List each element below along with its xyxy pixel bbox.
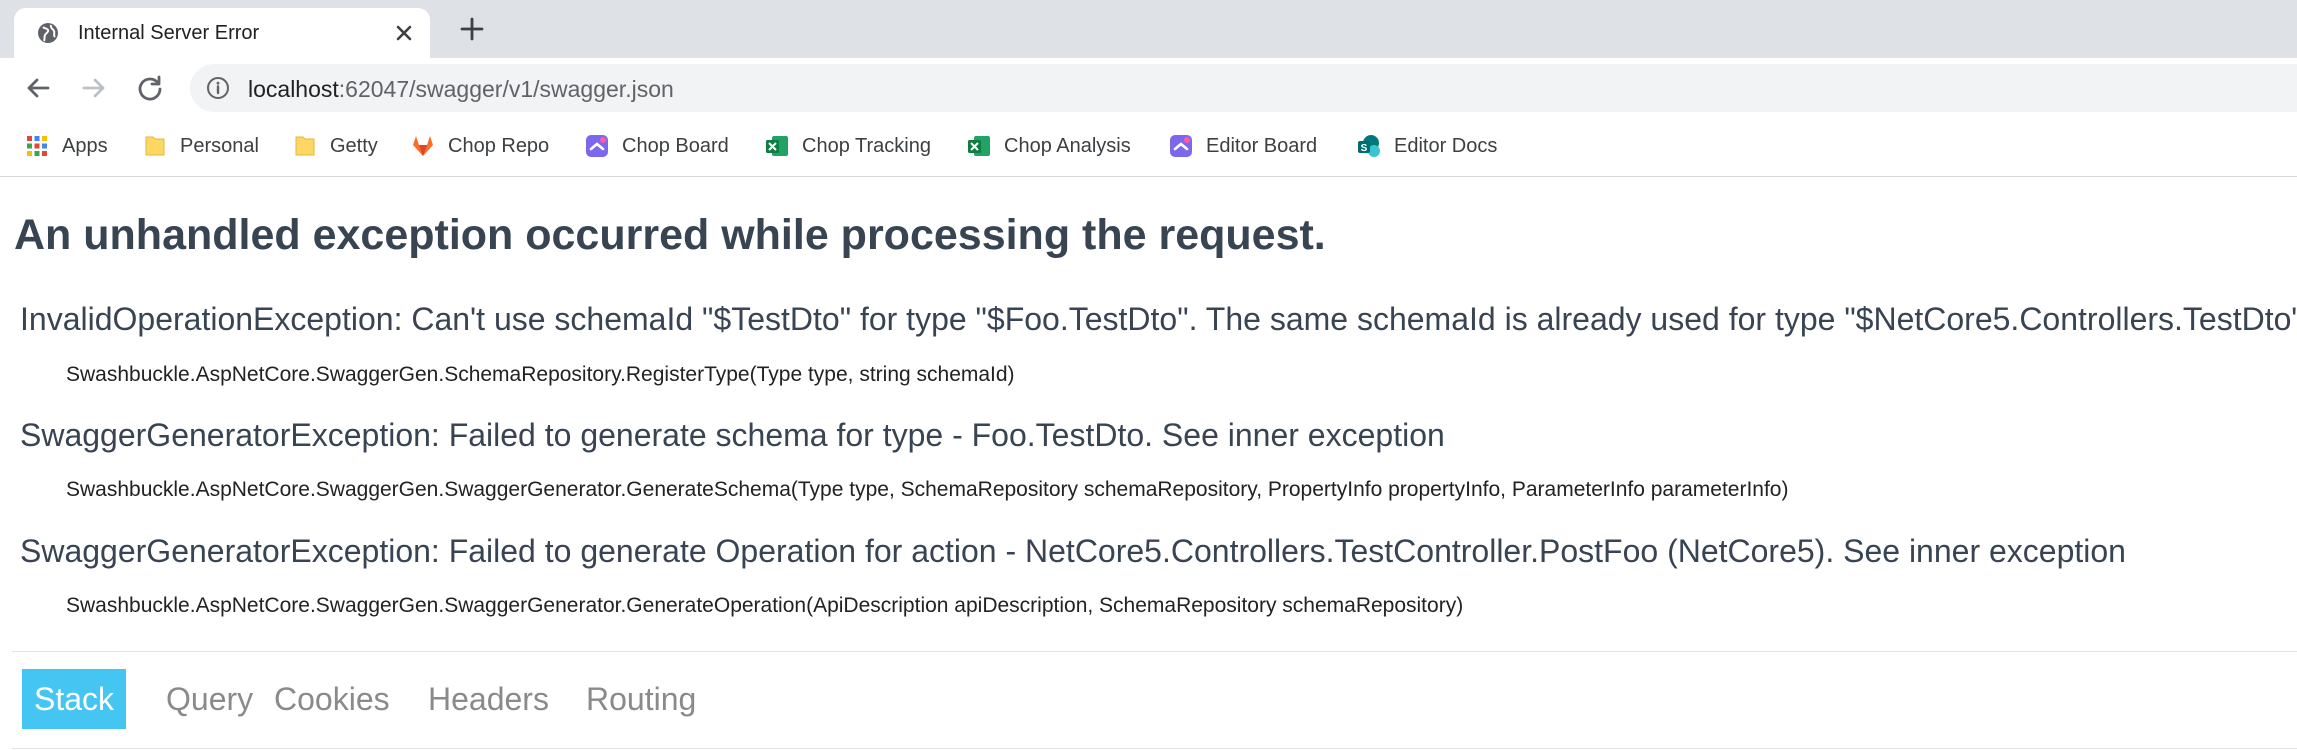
divider <box>12 748 2297 749</box>
tab-query[interactable]: Query <box>154 669 265 729</box>
bookmark-editor-docs[interactable]: S Editor Docs <box>1356 130 1497 162</box>
bookmark-label: Chop Tracking <box>802 134 931 157</box>
excel-icon <box>968 136 990 156</box>
browser-toolbar: localhost:62047/swagger/v1/swagger.json <box>0 58 2297 118</box>
bookmark-editor-board[interactable]: Editor Board <box>1168 130 1317 162</box>
gitlab-icon <box>413 136 433 156</box>
exception-message: InvalidOperationException: Can't use sch… <box>20 301 2297 337</box>
forward-arrow-icon[interactable] <box>78 72 110 104</box>
tab-title: Internal Server Error <box>78 22 260 44</box>
bookmark-chop-tracking[interactable]: Chop Tracking <box>764 130 931 162</box>
url-text: localhost:62047/swagger/v1/swagger.json <box>248 76 674 103</box>
error-page: An unhandled exception occurred while pr… <box>0 177 2297 750</box>
bookmark-getty[interactable]: Getty <box>292 130 378 162</box>
address-bar[interactable]: localhost:62047/swagger/v1/swagger.json <box>190 64 2297 112</box>
bookmark-label: Editor Docs <box>1394 134 1498 157</box>
divider <box>12 651 2297 652</box>
stack-frame: Swashbuckle.AspNetCore.SwaggerGen.Schema… <box>66 363 1015 386</box>
tab-routing[interactable]: Routing <box>574 669 708 729</box>
info-icon[interactable] <box>206 76 230 100</box>
apps-grid-icon <box>27 136 47 156</box>
bookmark-chop-repo[interactable]: Chop Repo <box>410 130 549 162</box>
reload-icon[interactable] <box>134 72 166 104</box>
close-icon[interactable] <box>392 21 416 45</box>
page-title: An unhandled exception occurred while pr… <box>14 211 1326 259</box>
stack-frame: Swashbuckle.AspNetCore.SwaggerGen.Swagge… <box>66 594 1464 617</box>
folder-icon <box>295 136 315 156</box>
bookmark-label: Apps <box>62 134 108 157</box>
clickup-icon <box>1170 135 1192 157</box>
bookmark-label: Editor Board <box>1206 134 1318 157</box>
url-path: :62047/swagger/v1/swagger.json <box>338 76 674 102</box>
tab-headers[interactable]: Headers <box>416 669 561 729</box>
bookmark-personal[interactable]: Personal <box>142 130 259 162</box>
globe-icon <box>38 23 58 43</box>
bookmark-label: Getty <box>330 134 378 157</box>
folder-icon <box>145 136 165 156</box>
exception-message: SwaggerGeneratorException: Failed to gen… <box>20 417 1445 453</box>
browser-tab[interactable]: Internal Server Error <box>14 8 430 58</box>
bookmarks-bar: Apps Personal Getty Chop Repo Chop Board <box>0 118 2297 177</box>
excel-icon <box>766 136 788 156</box>
sharepoint-icon: S <box>1358 135 1380 157</box>
clickup-icon <box>586 135 608 157</box>
tab-cookies[interactable]: Cookies <box>262 669 402 729</box>
bookmark-chop-board[interactable]: Chop Board <box>584 130 729 162</box>
svg-text:S: S <box>1361 143 1368 154</box>
stack-frame: Swashbuckle.AspNetCore.SwaggerGen.Swagge… <box>66 478 1789 501</box>
browser-tab-strip: Internal Server Error <box>0 0 2297 58</box>
exception-message: SwaggerGeneratorException: Failed to gen… <box>20 533 2126 569</box>
back-arrow-icon[interactable] <box>22 72 54 104</box>
tab-stack[interactable]: Stack <box>22 669 127 729</box>
bookmark-label: Personal <box>180 134 259 157</box>
bookmark-label: Chop Board <box>622 134 729 157</box>
url-host: localhost <box>248 76 339 102</box>
bookmark-label: Chop Repo <box>448 134 550 157</box>
bookmark-chop-analysis[interactable]: Chop Analysis <box>966 130 1131 162</box>
new-tab-plus-icon[interactable] <box>458 15 486 43</box>
bookmark-label: Chop Analysis <box>1004 134 1131 157</box>
bookmark-apps[interactable]: Apps <box>24 130 108 162</box>
